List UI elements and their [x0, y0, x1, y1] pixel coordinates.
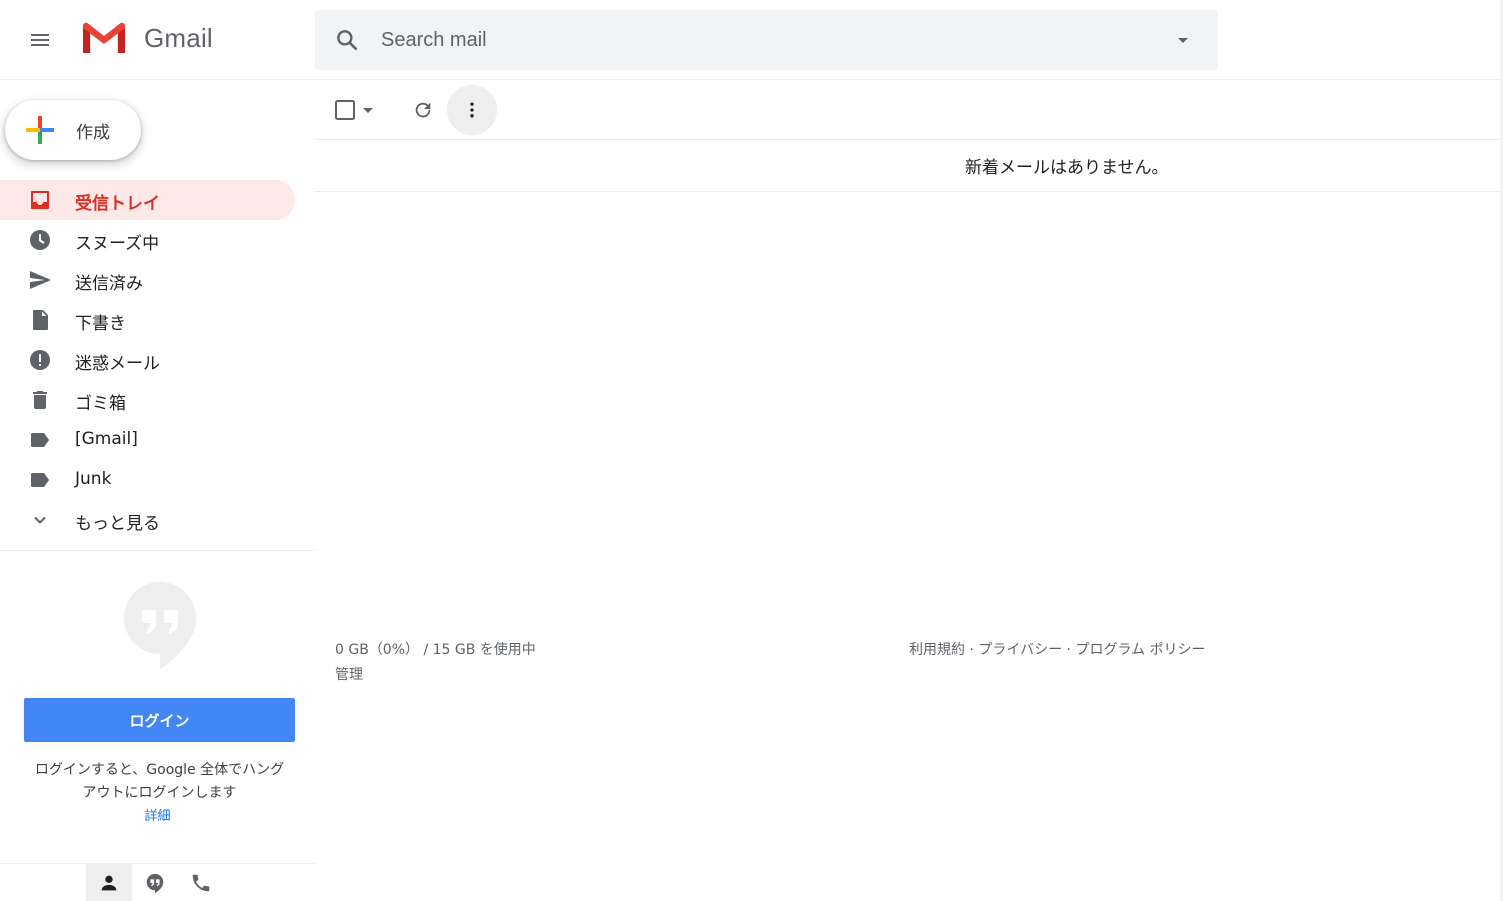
terms-link[interactable]: 利用規約 [909, 642, 965, 658]
sidebar-item-snoozed[interactable]: スヌーズ中 [0, 220, 295, 260]
compose-button[interactable]: 作成 [5, 100, 141, 160]
phone-icon [192, 874, 210, 891]
sidebar-item-label: スヌーズ中 [75, 234, 160, 254]
more-vert-icon [470, 102, 474, 118]
sidebar-item-sent[interactable]: 送信済み [0, 260, 295, 300]
trash-icon [28, 388, 52, 412]
hangouts-chat-icon [146, 873, 164, 893]
hangouts-quote-icon [124, 582, 196, 670]
chevron-down-icon [28, 508, 52, 532]
sidebar-item-more[interactable]: もっと見る [0, 500, 295, 540]
search-icon [337, 30, 357, 50]
tab-contacts[interactable] [86, 864, 132, 901]
select-dropdown-arrow-icon[interactable] [361, 103, 375, 117]
folder-nav: 受信トレイ スヌーズ中 送信済み 下書き 迷惑メール ゴミ箱 [Gmail] J… [0, 180, 315, 540]
inbox-icon [28, 188, 52, 212]
mail-toolbar [315, 80, 1503, 140]
sidebar-item-label: Junk [75, 469, 112, 489]
sidebar-item-inbox[interactable]: 受信トレイ [0, 180, 295, 220]
sidebar-item-junk[interactable]: Junk [0, 460, 295, 500]
hangouts-login-description: ログインすると、Google 全体でハング アウトにログインします [20, 759, 299, 805]
learn-more-link[interactable]: 詳細 [0, 805, 315, 824]
more-actions-button[interactable] [447, 85, 497, 135]
footer-links: 利用規約 · プライバシー · プログラム ポリシー [909, 639, 1205, 659]
clock-icon [28, 228, 52, 252]
search-bar [315, 10, 1218, 70]
spam-alert-icon [28, 348, 52, 372]
person-icon [101, 875, 117, 890]
footer-separator: · [1062, 642, 1076, 658]
storage-usage: 0 GB（0%） / 15 GB を使用中 [335, 642, 536, 658]
hangouts-description-line: アウトにログインします [82, 785, 237, 801]
gmail-logo[interactable]: Gmail [80, 20, 213, 56]
privacy-link[interactable]: プライバシー [978, 642, 1062, 658]
sidebar-item-drafts[interactable]: 下書き [0, 300, 295, 340]
sidebar: 作成 受信トレイ スヌーズ中 送信済み 下書き 迷惑メール ゴミ箱 [Gmail… [0, 80, 315, 901]
label-icon [28, 428, 52, 452]
tab-conversations[interactable] [132, 864, 178, 901]
label-icon [28, 468, 52, 492]
sidebar-item-spam[interactable]: 迷惑メール [0, 340, 295, 380]
select-all-checkbox[interactable] [333, 94, 381, 126]
sidebar-item-label: もっと見る [75, 514, 160, 534]
refresh-icon [415, 102, 431, 118]
empty-inbox-message: 新着メールはありません。 [965, 158, 1169, 178]
manage-storage-link[interactable]: 管理 [335, 664, 363, 684]
search-input[interactable] [379, 20, 1148, 60]
gmail-logo-text: Gmail [144, 22, 213, 53]
gmail-m-logo-icon [81, 22, 127, 55]
refresh-button[interactable] [403, 86, 443, 134]
hangouts-description-line: ログインすると、Google 全体でハング [34, 762, 285, 778]
sidebar-item-label: 迷惑メール [75, 354, 160, 374]
hamburger-menu-icon [31, 34, 49, 46]
message-list: 新着メールはありません。 [315, 140, 1503, 192]
sidebar-item-gmail-label[interactable]: [Gmail] [0, 420, 295, 460]
footer-separator: · [965, 642, 979, 658]
search-button[interactable] [315, 10, 379, 70]
compose-label: 作成 [76, 122, 110, 143]
sidebar-divider [0, 550, 315, 551]
draft-file-icon [28, 308, 52, 332]
sidebar-item-label: 送信済み [75, 274, 143, 294]
hangouts-login-button[interactable]: ログイン [24, 698, 295, 742]
main-menu-button[interactable] [16, 16, 64, 64]
sidebar-item-trash[interactable]: ゴミ箱 [0, 380, 295, 420]
sidebar-item-label: 受信トレイ [75, 194, 160, 214]
sidebar-item-label: ゴミ箱 [75, 394, 126, 414]
tab-phone[interactable] [178, 864, 224, 901]
search-options-button[interactable] [1148, 10, 1218, 70]
hangouts-bottom-tabs [86, 864, 224, 901]
send-icon [28, 268, 52, 292]
sidebar-item-label: 下書き [75, 314, 126, 334]
dropdown-arrow-icon [1178, 38, 1188, 43]
checkbox-icon [335, 100, 355, 120]
top-bar: Gmail [0, 0, 1503, 80]
compose-plus-icon [26, 116, 54, 144]
program-policies-link[interactable]: プログラム ポリシー [1075, 642, 1205, 658]
sidebar-item-label: [Gmail] [75, 429, 138, 449]
